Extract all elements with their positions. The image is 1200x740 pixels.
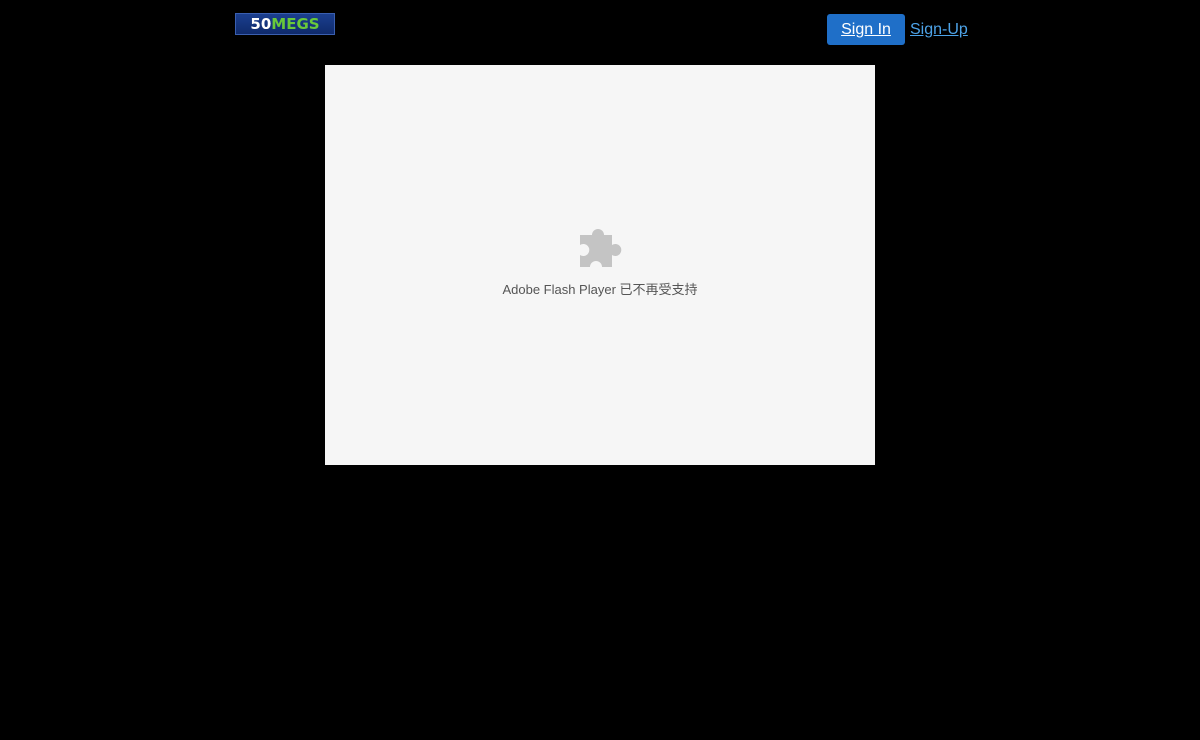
flash-plugin-placeholder[interactable]: Adobe Flash Player 已不再受支持 — [325, 65, 875, 465]
page: 50 MEGS Sign In Sign-Up Adobe Flash Playe… — [0, 0, 1200, 740]
logo-number: 50 — [250, 15, 272, 33]
sign-up-link[interactable]: Sign-Up — [910, 14, 968, 45]
logo-word: MEGS — [271, 15, 320, 33]
sign-in-button[interactable]: Sign In — [827, 14, 905, 45]
puzzle-piece-icon — [580, 229, 622, 267]
site-logo[interactable]: 50 MEGS — [235, 13, 335, 35]
plugin-unsupported-message: Adobe Flash Player 已不再受支持 — [502, 282, 698, 297]
